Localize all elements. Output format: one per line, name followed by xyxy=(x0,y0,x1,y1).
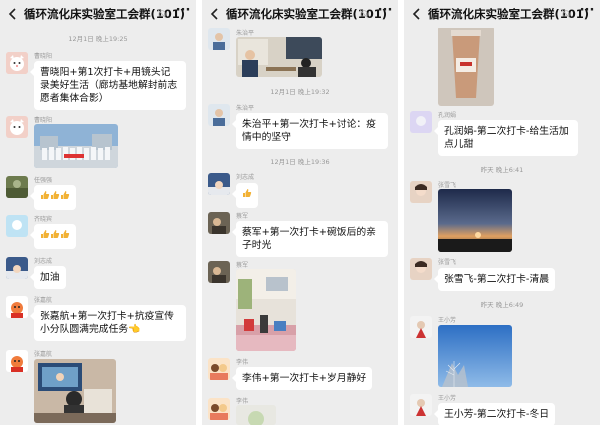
avatar[interactable] xyxy=(410,394,432,416)
avatar[interactable] xyxy=(6,257,28,279)
avatar[interactable] xyxy=(208,398,230,420)
chat-panel-1: 循环流化床实验室工会群(101) ··· 12月1日 晚上19:25 曹晓阳 曹… xyxy=(0,0,196,425)
thumbs-up-icon xyxy=(242,188,252,198)
avatar[interactable] xyxy=(410,316,432,338)
more-dots-icon[interactable]: ··· xyxy=(579,4,595,20)
sender-name: 张嘉航 xyxy=(34,297,53,304)
chat-header: 循环流化床实验室工会群(101) ··· xyxy=(404,0,600,28)
chat-panel-2: 循环流化床实验室工会群(101) ··· 朱治平 12月1日 晚上19:32 朱… xyxy=(202,0,398,425)
chat-title: 循环流化床实验室工会群(101) xyxy=(428,7,590,21)
avatar[interactable] xyxy=(6,52,28,74)
bell-muted-icon xyxy=(561,9,571,19)
meeting-photo[interactable] xyxy=(236,37,322,77)
sender-name: 任强强 xyxy=(34,177,53,184)
message-bubble[interactable]: 曹晓阳+第1次打卡+用镜头记录美好生活（廊坊基地解封前志愿者集体合影） xyxy=(30,61,186,110)
sender-name: 张雪飞 xyxy=(438,182,457,189)
sender-name: 蔡军 xyxy=(236,213,249,220)
emoji-message[interactable] xyxy=(30,185,76,210)
thumbs-up-icon xyxy=(40,229,50,239)
emoji-message[interactable] xyxy=(232,183,258,208)
tea-photo[interactable] xyxy=(236,405,276,425)
avatar[interactable] xyxy=(410,111,432,133)
emoji-message[interactable] xyxy=(30,224,76,249)
family-room-photo[interactable] xyxy=(236,269,296,351)
message-bubble[interactable]: 张嘉航+第一次打卡+抗疫宣传小分队圆满完成任务👈 xyxy=(30,305,186,341)
thumbs-up-icon xyxy=(60,190,70,200)
message-bubble[interactable]: 李伟+第一次打卡+岁月静好 xyxy=(231,367,373,390)
sender-name: 朱治平 xyxy=(236,105,255,112)
sender-name: 齐晓宾 xyxy=(34,216,53,223)
sender-name: 张嘉航 xyxy=(34,351,53,358)
avatar[interactable] xyxy=(6,116,28,138)
sender-name: 王小芳 xyxy=(438,395,457,402)
bell-muted-icon xyxy=(157,9,167,19)
chat-header: 循环流化床实验室工会群(101) ··· xyxy=(202,0,398,28)
winter-tree-photo[interactable] xyxy=(438,325,512,387)
video-call-photo[interactable] xyxy=(34,359,116,423)
avatar[interactable] xyxy=(208,104,230,126)
sender-name: 曹晓阳 xyxy=(34,53,53,60)
avatar[interactable] xyxy=(6,296,28,318)
chat-title: 循环流化床实验室工会群(101) xyxy=(24,7,186,21)
chevron-left-icon[interactable] xyxy=(208,7,222,21)
sender-name: 李伟 xyxy=(236,398,249,405)
avatar[interactable] xyxy=(6,350,28,372)
chat-panel-3: 循环流化床实验室工会群(101) ··· 孔润娟 孔润娟-第二次打卡-给生活加点… xyxy=(404,0,600,425)
avatar[interactable] xyxy=(208,261,230,283)
chat-title: 循环流化床实验室工会群(101) xyxy=(226,7,388,21)
sender-name: 张雪飞 xyxy=(438,259,457,266)
avatar[interactable] xyxy=(208,173,230,195)
timestamp: 12月1日 晚上19:25 xyxy=(68,35,128,43)
avatar[interactable] xyxy=(410,258,432,280)
message-bubble[interactable]: 加油 xyxy=(30,266,66,289)
message-bubble[interactable]: 张雪飞-第二次打卡-清晨 xyxy=(433,268,556,291)
avatar[interactable] xyxy=(208,358,230,380)
message-bubble[interactable]: 朱治平+第一次打卡+讨论：疫情中的坚守 xyxy=(232,113,388,149)
milk-tea-photo[interactable] xyxy=(438,26,494,106)
chevron-left-icon[interactable] xyxy=(6,7,20,21)
sender-name: 王小芳 xyxy=(438,317,457,324)
sunset-photo[interactable] xyxy=(438,189,512,252)
avatar[interactable] xyxy=(208,28,230,50)
sender-name: 孔润娟 xyxy=(438,112,457,119)
more-dots-icon[interactable]: ··· xyxy=(175,4,191,20)
message-bubble[interactable]: 孔润娟-第二次打卡-给生活加点儿甜 xyxy=(434,120,578,156)
timestamp: 12月1日 晚上19:32 xyxy=(270,88,330,96)
avatar[interactable] xyxy=(410,181,432,203)
chevron-left-icon[interactable] xyxy=(410,7,424,21)
thumbs-up-icon xyxy=(50,229,60,239)
message-bubble[interactable]: 王小芳-第二次打卡-冬日 xyxy=(433,403,556,425)
sender-name: 曹晓阳 xyxy=(34,117,53,124)
sender-name: 蔡军 xyxy=(236,262,249,269)
thumbs-up-icon xyxy=(50,190,60,200)
sender-name: 李伟 xyxy=(236,359,249,366)
avatar[interactable] xyxy=(208,212,230,234)
sender-name: 朱治平 xyxy=(236,30,255,37)
chat-header: 循环流化床实验室工会群(101) ··· xyxy=(0,0,196,28)
timestamp: 12月1日 晚上19:36 xyxy=(270,158,330,166)
avatar[interactable] xyxy=(6,176,28,198)
timestamp: 昨天 晚上6:49 xyxy=(480,301,524,309)
thumbs-up-icon xyxy=(60,229,70,239)
timestamp: 昨天 晚上6:41 xyxy=(480,166,524,174)
sender-name: 刘志成 xyxy=(34,258,53,265)
avatar[interactable] xyxy=(6,215,28,237)
bell-muted-icon xyxy=(359,9,369,19)
sender-name: 刘志成 xyxy=(236,174,255,181)
thumbs-up-icon xyxy=(40,190,50,200)
message-bubble[interactable]: 蔡军+第一次打卡+碗饭后的亲子时光 xyxy=(232,221,388,257)
more-dots-icon[interactable]: ··· xyxy=(377,4,393,20)
group-photo-image[interactable] xyxy=(34,124,118,168)
